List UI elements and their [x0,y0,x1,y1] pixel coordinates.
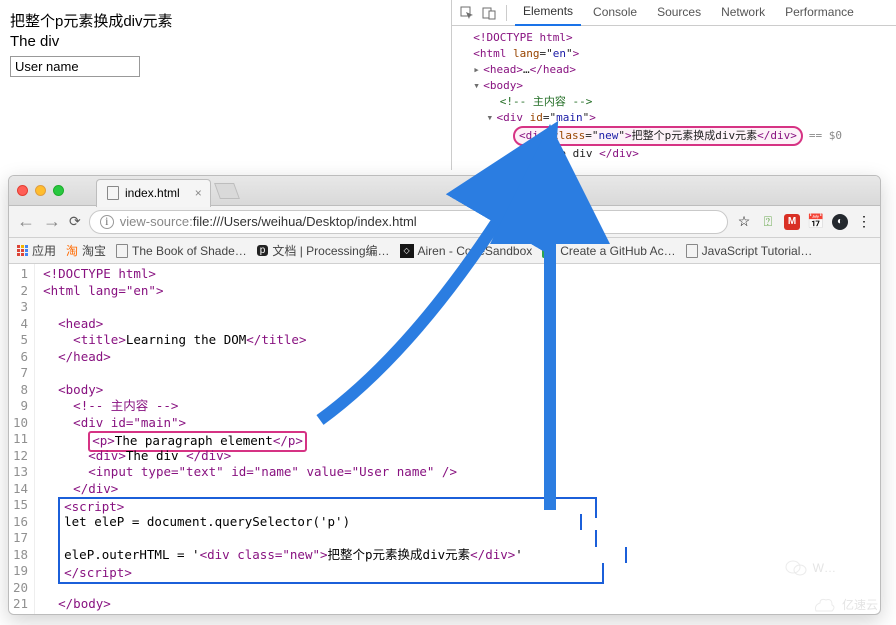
bookmark-codesandbox[interactable]: ◇Airen - CodeSandbox [400,244,533,258]
browser-toolbar: ← → ⟳ i view-source:file:///Users/weihua… [9,206,880,238]
view-source-pane[interactable]: 12345678910111213141516171819202122 <!DO… [9,264,880,614]
window-maximize-icon[interactable] [53,185,64,196]
file-icon [116,244,128,258]
source-code: <!DOCTYPE html><html lang="en"> <head> <… [35,264,627,614]
reload-icon[interactable]: ⟳ [69,213,81,230]
apps-button[interactable]: 应用 [17,242,56,259]
apps-icon [17,245,28,256]
tab-title: index.html [125,186,180,200]
tab-close-icon[interactable]: × [195,186,202,200]
yisu-watermark: 亿速云 [812,596,878,613]
line-gutter: 12345678910111213141516171819202122 [9,264,35,614]
file-icon [686,244,698,258]
forward-icon[interactable]: → [43,211,61,232]
menu-icon[interactable]: ⋮ [856,214,872,230]
devtools-dom-tree[interactable]: <!DOCTYPE html> <html lang="en"> ▸<head>… [452,26,896,166]
inspect-element-icon[interactable] [458,4,476,22]
divider [506,5,507,21]
tab-performance[interactable]: Performance [777,0,862,25]
browser-window: index.html × ← → ⟳ i view-source:file://… [8,175,881,615]
tab-elements[interactable]: Elements [515,0,581,26]
devtools-tabbar: Elements Console Sources Network Perform… [452,0,896,26]
bookmark-taobao[interactable]: 淘淘宝 [66,242,106,259]
tab-network[interactable]: Network [713,0,773,25]
page-text-line1: 把整个p元素换成div元素 [10,10,440,31]
window-minimize-icon[interactable] [35,185,46,196]
calendar-ext-icon[interactable]: 📅 [808,214,824,230]
tab-sources[interactable]: Sources [649,0,709,25]
browser-tab[interactable]: index.html × [96,179,211,207]
devtools-panel: Elements Console Sources Network Perform… [451,0,896,170]
window-close-icon[interactable] [17,185,28,196]
bookmark-processing[interactable]: p文档 | Processing编… [257,242,390,259]
star-icon[interactable]: ☆ [736,214,752,230]
device-toggle-icon[interactable] [480,4,498,22]
back-icon[interactable]: ← [17,211,35,232]
info-icon[interactable]: i [100,215,114,229]
rendered-page: 把整个p元素换成div元素 The div [10,8,440,77]
file-icon [107,186,119,200]
window-titlebar: index.html × [9,176,880,206]
bookmark-github[interactable]: JSCreate a GitHub Ac… [542,244,675,258]
doctype: <!DOCTYPE html> [473,31,572,44]
gmail-ext-icon[interactable]: M [784,214,800,230]
page-text-line2: The div [10,33,440,50]
wechat-watermark: W… [785,559,836,577]
codesandbox-icon: ◇ [400,244,414,258]
bookmarks-bar: 应用 淘淘宝 The Book of Shade… p文档 | Processi… [9,238,880,264]
devtools-selected-node[interactable]: <div class="new">把整个p元素换成div元素</div>== $… [460,126,888,146]
bookmark-shaders[interactable]: The Book of Shade… [116,244,247,258]
new-tab-button[interactable] [214,183,240,199]
octotree-ext-icon[interactable]: ◐ [832,214,848,230]
url-text: view-source:file:///Users/weihua/Desktop… [120,214,417,229]
address-bar[interactable]: i view-source:file:///Users/weihua/Deskt… [89,210,728,234]
bookmark-jstutorial[interactable]: JavaScript Tutorial… [686,244,813,258]
tab-console[interactable]: Console [585,0,645,25]
extension-icon[interactable]: ⍰ [760,214,776,230]
user-name-input[interactable] [10,56,140,77]
